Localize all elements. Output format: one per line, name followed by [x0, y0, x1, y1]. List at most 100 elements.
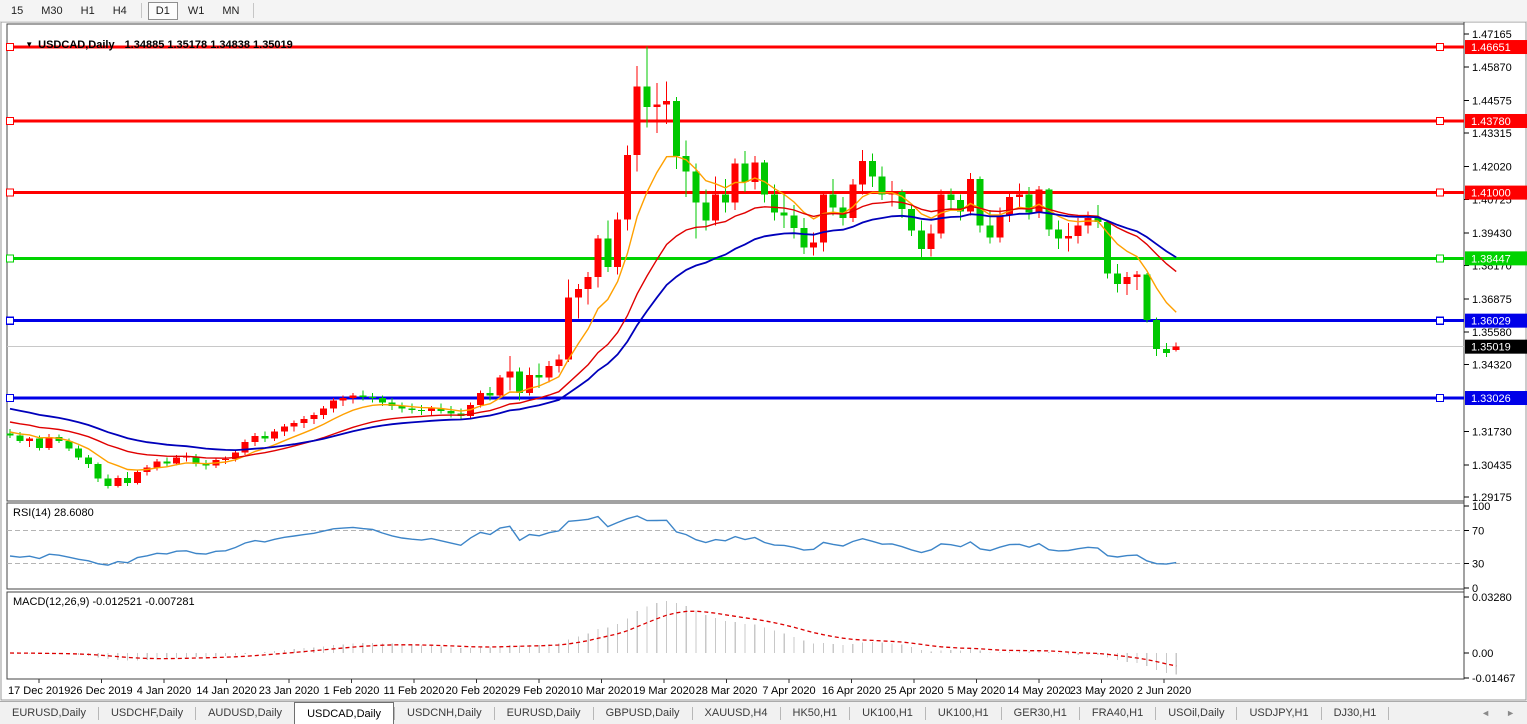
toolbar-separator [253, 3, 254, 18]
candle-body-down [742, 164, 749, 182]
candle-body-down [379, 398, 386, 402]
candle-body-down [771, 195, 778, 213]
x-axis-date-label: 23 May 2020 [1070, 685, 1134, 697]
y-axis-tick-label: 1.45870 [1472, 62, 1512, 74]
candle-body-up [1065, 236, 1072, 239]
y-axis-tick-label: 1.44575 [1472, 96, 1512, 108]
tab-usoil-daily[interactable]: USOil,Daily [1156, 702, 1236, 724]
candle-body-up [555, 360, 562, 367]
candle-body-up [26, 438, 33, 441]
candle-body-up [565, 298, 572, 360]
candle-body-up [810, 243, 817, 248]
timeframe-button-mn[interactable]: MN [214, 2, 247, 20]
candle-body-down [487, 393, 494, 396]
price-badge-label: 1.36029 [1471, 316, 1511, 328]
candle-body-up [663, 101, 670, 105]
tab-fra40-h1[interactable]: FRA40,H1 [1080, 702, 1155, 724]
timeframe-button-h4[interactable]: H4 [105, 2, 135, 20]
line-handle-icon[interactable] [1437, 317, 1444, 324]
tab-uk100-h1[interactable]: UK100,H1 [926, 702, 1001, 724]
x-axis-date-label: 25 Apr 2020 [884, 685, 943, 697]
timeframe-button-m30[interactable]: M30 [33, 2, 70, 20]
tab-gbpusd-daily[interactable]: GBPUSD,Daily [594, 702, 692, 724]
candle-body-down [644, 86, 651, 107]
tab-scroll-left-icon[interactable]: ◄ [1473, 708, 1498, 718]
candle-body-up [506, 371, 513, 377]
candle-body-up [301, 419, 308, 423]
candle-body-down [124, 478, 131, 483]
tab-scroll-right-icon[interactable]: ► [1498, 708, 1523, 718]
line-handle-icon[interactable] [1437, 117, 1444, 124]
line-handle-icon[interactable] [1437, 395, 1444, 402]
tab-xauusd-h4[interactable]: XAUUSD,H4 [693, 702, 780, 724]
candle-body-up [291, 423, 298, 427]
tab-uk100-h1[interactable]: UK100,H1 [850, 702, 925, 724]
candle-body-down [75, 449, 82, 458]
timeframe-button-h1[interactable]: H1 [73, 2, 103, 20]
line-handle-icon[interactable] [7, 395, 14, 402]
tab-eurusd-daily[interactable]: EURUSD,Daily [495, 702, 593, 724]
tab-usdcnh-daily[interactable]: USDCNH,Daily [395, 702, 494, 724]
line-handle-icon[interactable] [1437, 189, 1444, 196]
line-handle-icon[interactable] [1437, 44, 1444, 51]
line-handle-icon[interactable] [7, 189, 14, 196]
candle-body-up [624, 155, 631, 219]
candle-body-up [575, 289, 582, 298]
candle-body-down [869, 161, 876, 176]
tab-usdjpy-h1[interactable]: USDJPY,H1 [1237, 702, 1320, 724]
candle-body-down [781, 213, 788, 216]
candle-body-down [516, 371, 523, 393]
tab-hk50-h1[interactable]: HK50,H1 [781, 702, 850, 724]
candle-body-down [908, 209, 915, 231]
tab-separator [1388, 707, 1389, 720]
x-axis-date-label: 14 May 2020 [1007, 685, 1071, 697]
current-price-badge-label: 1.35019 [1471, 342, 1511, 354]
line-handle-icon[interactable] [7, 317, 14, 324]
macd-axis-tick-label: 0.00 [1472, 648, 1493, 660]
candle-body-up [222, 459, 229, 460]
timeframe-button-15[interactable]: 15 [3, 2, 31, 20]
candle-body-up [1036, 190, 1043, 213]
candle-body-up [1016, 195, 1023, 198]
tab-eurusd-daily[interactable]: EURUSD,Daily [0, 702, 98, 724]
line-handle-icon[interactable] [1437, 255, 1444, 262]
candle-body-up [1075, 226, 1082, 236]
candle-body-up [859, 161, 866, 184]
tab-usdcad-daily[interactable]: USDCAD,Daily [294, 702, 394, 724]
candle-body-up [1173, 347, 1180, 350]
tab-dj30-h1[interactable]: DJ30,H1 [1322, 702, 1389, 724]
candle-body-up [595, 238, 602, 277]
timeframe-button-w1[interactable]: W1 [180, 2, 213, 20]
price-badge-label: 1.41000 [1471, 188, 1511, 200]
y-axis-tick-label: 1.30435 [1472, 460, 1512, 472]
line-handle-icon[interactable] [7, 255, 14, 262]
candle-body-down [898, 192, 905, 209]
x-axis-date-label: 23 Jan 2020 [259, 685, 320, 697]
macd-axis-tick-label: -0.01467 [1472, 673, 1515, 685]
price-badge-label: 1.33026 [1471, 393, 1511, 405]
tab-usdchf-daily[interactable]: USDCHF,Daily [99, 702, 195, 724]
line-handle-icon[interactable] [7, 117, 14, 124]
tab-audusd-daily[interactable]: AUDUSD,Daily [196, 702, 294, 724]
candle-body-up [252, 436, 259, 442]
chart-canvas[interactable]: 1.471651.458701.445751.433151.420201.407… [0, 22, 1527, 701]
price-badge-label: 1.43780 [1471, 116, 1511, 128]
tab-nav-arrows: ◄► [1473, 702, 1527, 724]
x-axis-date-label: 2 Jun 2020 [1137, 685, 1191, 697]
symbol-dropdown-icon[interactable]: ▼ [25, 40, 33, 49]
candle-body-down [947, 195, 954, 200]
price-badge-label: 1.38447 [1471, 253, 1511, 265]
tab-ger30-h1[interactable]: GER30,H1 [1002, 702, 1079, 724]
rsi-axis-tick-label: 30 [1472, 558, 1484, 570]
candle-body-down [261, 436, 268, 439]
chart-tab-bar: EURUSD,DailyUSDCHF,DailyAUDUSD,DailyUSDC… [0, 701, 1527, 724]
candle-body-up [820, 195, 827, 243]
candle-body-down [977, 179, 984, 225]
y-axis-tick-label: 1.43315 [1472, 128, 1512, 140]
timeframe-button-d1[interactable]: D1 [148, 2, 178, 20]
candle-body-down [987, 226, 994, 238]
candle-body-up [242, 442, 249, 452]
candle-body-up [497, 378, 504, 396]
candle-body-down [879, 177, 886, 195]
x-axis-date-label: 29 Feb 2020 [508, 685, 570, 697]
